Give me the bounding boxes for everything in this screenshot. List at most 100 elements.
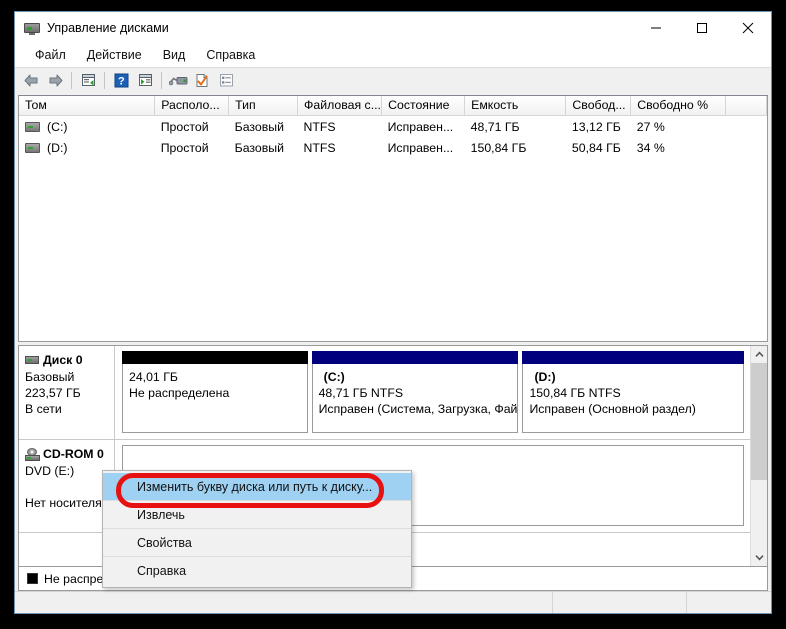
disk-type: Базовый xyxy=(25,370,75,384)
window-controls xyxy=(633,12,771,43)
menu-item-file[interactable]: Файл xyxy=(26,46,75,64)
up-one-level-icon[interactable] xyxy=(76,70,100,92)
minimize-button[interactable] xyxy=(633,12,679,43)
maximize-button[interactable] xyxy=(679,12,725,43)
screenshot-root: Управление дисками Файл Действие Вид Спр… xyxy=(0,0,786,629)
partition-status: Исправен (Система, Загрузка, Фай xyxy=(318,402,518,416)
column-header-filesystem[interactable]: Файловая с... xyxy=(297,96,383,116)
partition-size: 48,71 ГБ NTFS xyxy=(318,386,404,400)
back-arrow-icon[interactable] xyxy=(19,70,43,92)
partition-name: (C:) xyxy=(323,370,345,384)
toolbar-separator xyxy=(161,72,162,89)
status-pane-3 xyxy=(687,592,771,613)
partition-area-disk0: 24,01 ГБ Не распределена (C:) 48,71 ГБ N… xyxy=(115,346,750,439)
volume-list-panel[interactable]: Том Располо... Тип Файловая с... Состоян… xyxy=(18,95,768,342)
partition-c[interactable]: (C:) 48,71 ГБ NTFS Исправен (Система, За… xyxy=(311,351,519,433)
disk-info-cdrom0[interactable]: CD-ROM 0 DVD (E:) Нет носителя xyxy=(19,440,115,532)
close-button[interactable] xyxy=(725,12,771,43)
context-menu-item-help[interactable]: Справка xyxy=(103,557,411,585)
scrollbar-thumb[interactable] xyxy=(751,363,767,480)
action-list-icon[interactable] xyxy=(214,70,238,92)
cdrom-name: CD-ROM 0 xyxy=(43,447,104,461)
menu-item-view[interactable]: Вид xyxy=(154,46,195,64)
cell-filesystem: NTFS xyxy=(303,119,336,134)
window-title: Управление дисками xyxy=(47,20,169,35)
cell-status: Исправен... xyxy=(387,140,454,155)
show-hide-console-tree-icon[interactable] xyxy=(133,70,157,92)
menu-item-action[interactable]: Действие xyxy=(78,46,151,64)
column-header-layout[interactable]: Располо... xyxy=(154,96,230,116)
disk-row-disk0[interactable]: Диск 0 Базовый 223,57 ГБ В сети 24,01 ГБ xyxy=(19,346,750,440)
column-header-filler[interactable] xyxy=(725,96,767,116)
status-bar xyxy=(15,591,771,613)
cell-capacity: 48,71 ГБ xyxy=(470,119,520,134)
table-row[interactable]: (D:) Простой Базовый NTFS Исправен... 15… xyxy=(19,137,767,158)
partition-name: (D:) xyxy=(534,370,556,384)
column-header-volume[interactable]: Том xyxy=(19,96,156,116)
cell-filler xyxy=(726,116,767,138)
context-menu-item-properties[interactable]: Свойства xyxy=(103,529,411,557)
column-header-capacity[interactable]: Емкость xyxy=(464,96,567,116)
cell-type: Базовый xyxy=(234,140,285,155)
volume-table: Том Располо... Тип Файловая с... Состоян… xyxy=(19,96,767,158)
rescan-disks-icon[interactable] xyxy=(166,70,190,92)
cell-filler xyxy=(726,137,767,158)
cell-status: Исправен... xyxy=(387,119,454,134)
partition-status: Не распределена xyxy=(129,386,230,400)
partition-unallocated[interactable]: 24,01 ГБ Не распределена xyxy=(122,351,308,433)
menu-item-help[interactable]: Справка xyxy=(197,46,264,64)
volume-label: (C:) xyxy=(47,119,68,134)
cell-free: 50,84 ГБ xyxy=(571,140,621,155)
scroll-up-icon[interactable] xyxy=(751,346,767,363)
forward-arrow-icon[interactable] xyxy=(43,70,67,92)
cell-layout: Простой xyxy=(160,119,209,134)
disk-name: Диск 0 xyxy=(43,353,83,367)
menu-bar: Файл Действие Вид Справка xyxy=(15,43,771,67)
partition-d[interactable]: (D:) 150,84 ГБ NTFS Исправен (Основной р… xyxy=(522,351,744,433)
cell-filesystem: NTFS xyxy=(303,140,336,155)
status-pane-1 xyxy=(15,592,553,613)
toolbar: ? xyxy=(15,67,771,93)
column-header-free-percent[interactable]: Свободно % xyxy=(630,96,727,116)
disk-size: 223,57 ГБ xyxy=(25,386,81,400)
disk-state: В сети xyxy=(25,402,62,416)
cdrom-icon xyxy=(25,447,40,461)
table-row[interactable]: (C:) Простой Базовый NTFS Исправен... 48… xyxy=(19,116,767,138)
partition-capacity-bar xyxy=(522,351,744,364)
toolbar-separator xyxy=(104,72,105,89)
cell-type: Базовый xyxy=(234,119,285,134)
context-menu: Изменить букву диска или путь к диску...… xyxy=(102,470,412,588)
column-header-status[interactable]: Состояние xyxy=(381,96,466,116)
graphical-view-scrollbar[interactable] xyxy=(750,346,767,566)
context-menu-item-eject[interactable]: Извлечь xyxy=(103,501,411,529)
cell-layout: Простой xyxy=(160,140,209,155)
toolbar-separator xyxy=(71,72,72,89)
disk-icon xyxy=(25,356,39,364)
status-pane-2 xyxy=(553,592,687,613)
cell-volume: (C:) xyxy=(19,116,155,138)
scroll-down-icon[interactable] xyxy=(751,549,767,566)
help-question-icon[interactable]: ? xyxy=(109,70,133,92)
partition-size: 150,84 ГБ NTFS xyxy=(529,386,621,400)
volume-table-header-row: Том Располо... Тип Файловая с... Состоян… xyxy=(19,96,767,116)
disk-management-icon xyxy=(24,20,40,36)
partition-capacity-bar xyxy=(311,351,519,364)
svg-text:?: ? xyxy=(118,76,125,88)
properties-icon[interactable] xyxy=(190,70,214,92)
cell-free-percent: 27 % xyxy=(636,119,665,134)
context-menu-item-change-drive-letter[interactable]: Изменить букву диска или путь к диску... xyxy=(103,473,411,501)
partition-capacity-bar xyxy=(122,351,308,364)
column-header-free-space[interactable]: Свобод... xyxy=(565,96,632,116)
legend-swatch-unallocated xyxy=(27,573,38,584)
window-title-bar: Управление дисками xyxy=(15,12,771,43)
volume-icon xyxy=(25,121,40,132)
column-header-type[interactable]: Тип xyxy=(228,96,299,116)
partition-size: 24,01 ГБ xyxy=(129,370,178,384)
cdrom-state: Нет носителя xyxy=(25,496,102,510)
cell-free: 13,12 ГБ xyxy=(571,119,621,134)
volume-icon xyxy=(25,142,40,153)
cell-volume: (D:) xyxy=(19,137,155,158)
cell-capacity: 150,84 ГБ xyxy=(470,140,527,155)
disk-info-disk0[interactable]: Диск 0 Базовый 223,57 ГБ В сети xyxy=(19,346,115,439)
cell-free-percent: 34 % xyxy=(636,140,665,155)
